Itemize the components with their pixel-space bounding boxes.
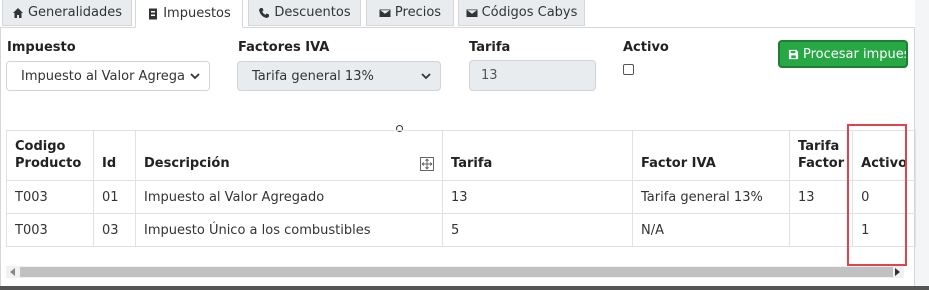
tab-label: Precios xyxy=(394,5,442,20)
move-icon[interactable] xyxy=(420,157,434,171)
column-header-tarifa[interactable]: Tarifa xyxy=(442,130,633,181)
column-header-descripcion-label: Descripción xyxy=(144,156,230,171)
table-header-row: Codigo Producto Id Descripción Tarifa Fa… xyxy=(6,130,916,181)
cell-id: 01 xyxy=(93,180,136,214)
horizontal-scrollbar[interactable] xyxy=(6,266,904,278)
cell-descripcion: Impuesto al Valor Agregado xyxy=(135,180,443,214)
chevron-down-icon xyxy=(190,73,200,80)
impuestos-table: Codigo Producto Id Descripción Tarifa Fa… xyxy=(6,130,916,247)
impuesto-select[interactable]: Impuesto al Valor Agrega xyxy=(6,61,210,91)
factores-iva-label: Factores IVA xyxy=(238,40,330,55)
home-icon xyxy=(12,7,23,18)
cell-descripcion: Impuesto Único a los combustibles xyxy=(135,213,443,247)
column-header-id[interactable]: Id xyxy=(93,130,136,181)
scrollbar-thumb[interactable] xyxy=(20,267,893,277)
cell-tarifa-factor xyxy=(788,213,854,247)
tab-codigos-cabys[interactable]: Códigos Cabys xyxy=(458,0,585,26)
envelope-icon xyxy=(379,9,391,17)
cell-factor-iva: N/A xyxy=(632,213,790,247)
tarifa-input[interactable]: 13 xyxy=(469,60,596,91)
cell-codigo-producto: T003 xyxy=(6,180,94,214)
cell-tarifa: 13 xyxy=(442,180,633,214)
tab-label: Generalidades xyxy=(27,5,123,20)
scroll-left-arrow-icon[interactable] xyxy=(10,268,15,276)
chevron-down-icon xyxy=(421,73,431,80)
cell-tarifa-factor: 13 xyxy=(788,180,854,214)
activo-label: Activo xyxy=(623,40,669,55)
cell-tarifa: 5 xyxy=(442,213,633,247)
column-header-activo[interactable]: Activo xyxy=(852,130,916,181)
factores-iva-select-value: Tarifa general 13% xyxy=(252,68,374,84)
column-header-tarifa-factor[interactable]: Tarifa Factor xyxy=(788,130,854,181)
tab-label: Códigos Cabys xyxy=(481,5,578,20)
tab-descuentos[interactable]: Descuentos xyxy=(248,0,361,26)
impuesto-label: Impuesto xyxy=(7,40,76,55)
tab-label: Impuestos xyxy=(163,6,231,21)
tab-label: Descuentos xyxy=(274,5,351,20)
scroll-right-arrow-icon[interactable] xyxy=(895,268,900,276)
tab-generalidades[interactable]: Generalidades xyxy=(2,0,132,26)
cell-id: 03 xyxy=(93,213,136,247)
tab-impuestos[interactable]: Impuestos xyxy=(135,0,243,28)
bottom-border xyxy=(0,286,929,290)
column-header-descripcion[interactable]: Descripción xyxy=(135,130,443,181)
column-header-codigo-producto[interactable]: Codigo Producto xyxy=(6,130,94,181)
column-header-factor-iva[interactable]: Factor IVA xyxy=(632,130,790,181)
procesar-impuesto-button[interactable]: Procesar impues xyxy=(778,40,908,68)
phone-icon xyxy=(259,7,270,18)
cell-codigo-producto: T003 xyxy=(6,213,94,247)
tab-bar: Generalidades Impuestos Descuentos Preci… xyxy=(0,0,929,28)
envelope-icon xyxy=(466,9,478,17)
table-row[interactable]: T003 03 Impuesto Único a los combustible… xyxy=(6,213,916,247)
impuesto-select-value: Impuesto al Valor Agrega xyxy=(21,68,185,84)
procesar-impuesto-label: Procesar impues xyxy=(803,46,908,62)
table-row[interactable]: T003 01 Impuesto al Valor Agregado 13 Ta… xyxy=(6,180,916,214)
cell-activo: 0 xyxy=(852,180,916,214)
save-icon xyxy=(788,49,799,59)
right-gutter xyxy=(915,0,929,290)
document-icon xyxy=(149,8,158,19)
cell-activo: 1 xyxy=(852,213,916,247)
cell-factor-iva: Tarifa general 13% xyxy=(632,180,790,214)
tarifa-label: Tarifa xyxy=(469,40,511,55)
factores-iva-select[interactable]: Tarifa general 13% xyxy=(237,61,441,91)
tab-precios[interactable]: Precios xyxy=(366,0,454,26)
activo-checkbox[interactable] xyxy=(623,64,634,75)
